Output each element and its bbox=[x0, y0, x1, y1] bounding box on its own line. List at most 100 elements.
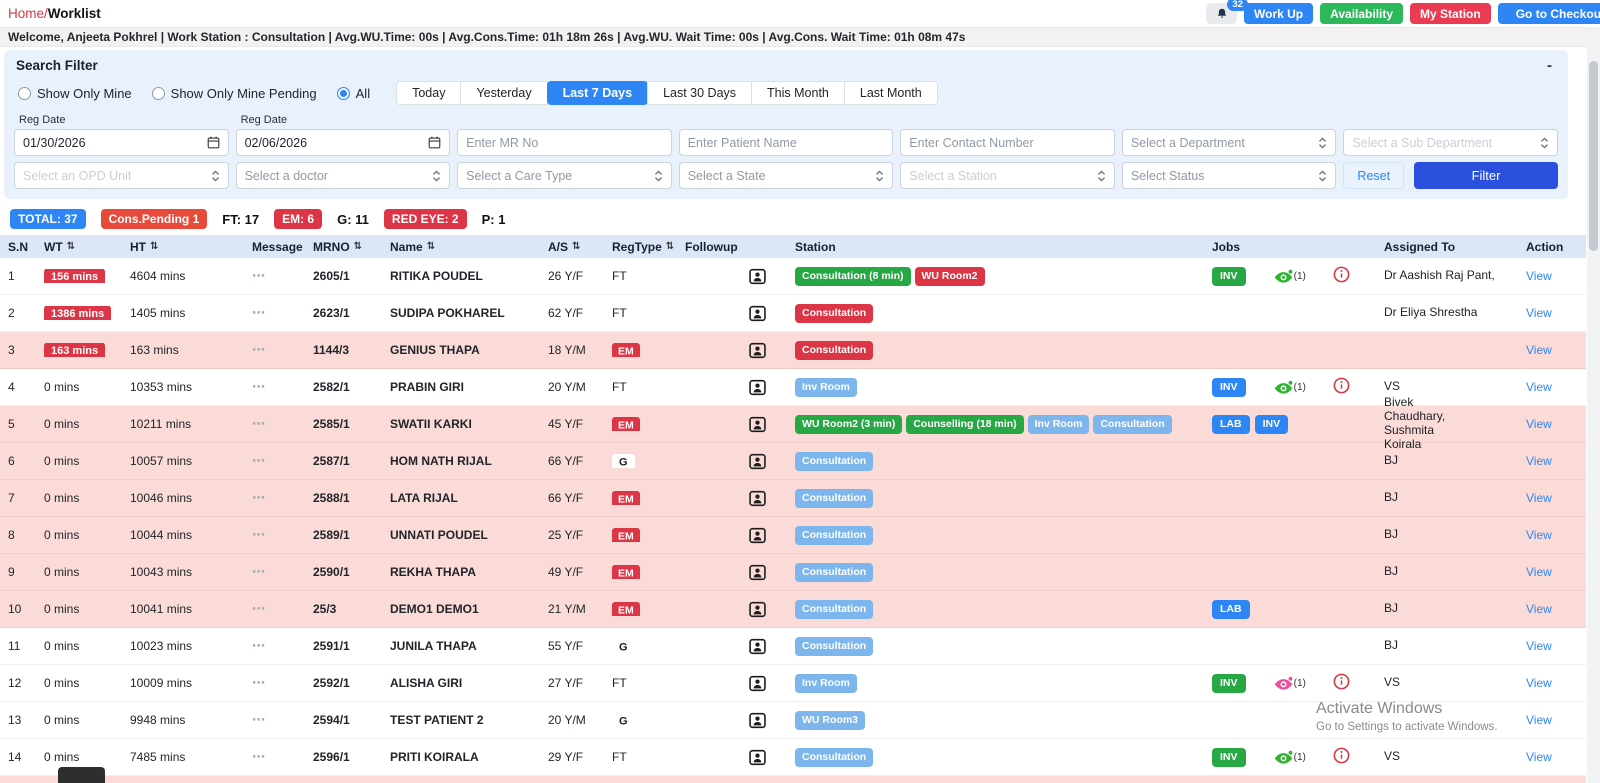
message-button[interactable]: ⋯ bbox=[242, 379, 304, 395]
sort-icon[interactable]: ⇅ bbox=[572, 241, 580, 252]
followup-patient-card-icon[interactable] bbox=[749, 416, 766, 433]
enter-patient-name-input[interactable]: Enter Patient Name bbox=[679, 129, 894, 156]
message-button[interactable]: ⋯ bbox=[242, 527, 304, 543]
breadcrumb-home-link[interactable]: Home bbox=[8, 6, 44, 21]
sort-icon[interactable]: ⇅ bbox=[67, 241, 75, 252]
select-status-select[interactable]: Select Status bbox=[1122, 162, 1337, 189]
alert-button[interactable] bbox=[1333, 266, 1350, 286]
view-link[interactable]: View bbox=[1526, 565, 1552, 579]
job-inv-badge[interactable]: INV bbox=[1212, 748, 1246, 767]
followup-patient-card-icon[interactable] bbox=[749, 675, 766, 692]
message-button[interactable]: ⋯ bbox=[242, 268, 304, 284]
followup-button[interactable] bbox=[668, 305, 780, 322]
enter-mr-no-input[interactable]: Enter MR No bbox=[457, 129, 672, 156]
followup-patient-card-icon[interactable] bbox=[749, 453, 766, 470]
job-inv-badge[interactable]: INV bbox=[1212, 674, 1246, 693]
message-button[interactable]: ⋯ bbox=[242, 601, 304, 617]
select-a-doctor-select[interactable]: Select a doctor bbox=[236, 162, 451, 189]
view-link[interactable]: View bbox=[1526, 380, 1552, 394]
job-inv-badge[interactable]: INV bbox=[1255, 415, 1289, 434]
job-inv-badge[interactable]: INV bbox=[1212, 378, 1246, 397]
message-button[interactable]: ⋯ bbox=[242, 675, 304, 691]
alert-info-icon[interactable] bbox=[1333, 673, 1350, 690]
eye-indicator[interactable]: (1) bbox=[1273, 676, 1306, 691]
message-button[interactable]: ⋯ bbox=[242, 749, 304, 765]
col-a-s[interactable]: A/S⇅ bbox=[538, 240, 600, 254]
availability-button[interactable]: Availability bbox=[1320, 3, 1403, 24]
go-to-checkout-button[interactable]: Go to Checkout List bbox=[1498, 3, 1600, 24]
followup-button[interactable] bbox=[668, 564, 780, 581]
followup-button[interactable] bbox=[668, 453, 780, 470]
notifications-button[interactable]: 32 bbox=[1206, 3, 1237, 24]
alert-info-icon[interactable] bbox=[1333, 747, 1350, 764]
reset-button[interactable]: Reset bbox=[1343, 162, 1404, 189]
view-link[interactable]: View bbox=[1526, 713, 1552, 727]
enter-contact-number-input[interactable]: Enter Contact Number bbox=[900, 129, 1115, 156]
message-button[interactable]: ⋯ bbox=[242, 712, 304, 728]
followup-patient-card-icon[interactable] bbox=[749, 490, 766, 507]
view-link[interactable]: View bbox=[1526, 343, 1552, 357]
alert-button[interactable] bbox=[1333, 673, 1350, 693]
collapse-panel-button[interactable]: - bbox=[1543, 57, 1556, 74]
view-link[interactable]: View bbox=[1526, 676, 1552, 690]
job-lab-badge[interactable]: LAB bbox=[1212, 600, 1250, 619]
followup-patient-card-icon[interactable] bbox=[749, 379, 766, 396]
select-a-department-select[interactable]: Select a Department bbox=[1122, 129, 1337, 156]
work-up-button[interactable]: Work Up bbox=[1244, 3, 1313, 24]
view-link[interactable]: View bbox=[1526, 750, 1552, 764]
alert-button[interactable] bbox=[1333, 377, 1350, 397]
sort-icon[interactable]: ⇅ bbox=[150, 241, 158, 252]
radio-all[interactable]: All bbox=[337, 86, 370, 101]
filter-button[interactable]: Filter bbox=[1414, 162, 1558, 189]
followup-button[interactable] bbox=[668, 490, 780, 507]
followup-button[interactable] bbox=[668, 416, 780, 433]
followup-button[interactable] bbox=[668, 638, 780, 655]
radio-show-only-mine[interactable]: Show Only Mine bbox=[18, 86, 132, 101]
my-station-button[interactable]: My Station bbox=[1410, 3, 1491, 24]
range-yesterday-button[interactable]: Yesterday bbox=[460, 81, 547, 105]
followup-button[interactable] bbox=[668, 712, 780, 729]
message-button[interactable]: ⋯ bbox=[242, 490, 304, 506]
followup-button[interactable] bbox=[668, 675, 780, 692]
select-a-state-select[interactable]: Select a State bbox=[679, 162, 894, 189]
message-button[interactable]: ⋯ bbox=[242, 342, 304, 358]
job-lab-badge[interactable]: LAB bbox=[1212, 415, 1250, 434]
alert-button[interactable] bbox=[1333, 747, 1350, 767]
col-mrno[interactable]: MRNO⇅ bbox=[304, 240, 382, 254]
followup-patient-card-icon[interactable] bbox=[749, 712, 766, 729]
followup-patient-card-icon[interactable] bbox=[749, 527, 766, 544]
vertical-scrollbar[interactable] bbox=[1587, 27, 1600, 783]
message-button[interactable]: ⋯ bbox=[242, 564, 304, 580]
view-link[interactable]: View bbox=[1526, 454, 1552, 468]
col-regtype[interactable]: RegType⇅ bbox=[600, 240, 668, 254]
followup-patient-card-icon[interactable] bbox=[749, 749, 766, 766]
followup-button[interactable] bbox=[668, 379, 780, 396]
range-last-7-days-button[interactable]: Last 7 Days bbox=[547, 81, 648, 105]
range-last-month-button[interactable]: Last Month bbox=[844, 81, 938, 105]
range-today-button[interactable]: Today bbox=[396, 81, 461, 105]
view-link[interactable]: View bbox=[1526, 306, 1552, 320]
alert-info-icon[interactable] bbox=[1333, 377, 1350, 394]
message-button[interactable]: ⋯ bbox=[242, 305, 304, 321]
eye-indicator[interactable]: (1) bbox=[1273, 380, 1306, 395]
radio-show-only-mine-pending[interactable]: Show Only Mine Pending bbox=[152, 86, 317, 101]
range-last-30-days-button[interactable]: Last 30 Days bbox=[647, 81, 752, 105]
view-link[interactable]: View bbox=[1526, 269, 1552, 283]
select-a-sub-department-select[interactable]: Select a Sub Department bbox=[1343, 129, 1558, 156]
reg-date-input[interactable]: 02/06/2026 bbox=[236, 129, 451, 156]
followup-patient-card-icon[interactable] bbox=[749, 564, 766, 581]
sort-icon[interactable]: ⇅ bbox=[354, 241, 362, 252]
eye-indicator[interactable]: (1) bbox=[1273, 750, 1306, 765]
followup-button[interactable] bbox=[668, 527, 780, 544]
followup-button[interactable] bbox=[668, 601, 780, 618]
followup-button[interactable] bbox=[668, 749, 780, 766]
col-name[interactable]: Name⇅ bbox=[382, 240, 538, 254]
message-button[interactable]: ⋯ bbox=[242, 638, 304, 654]
view-link[interactable]: View bbox=[1526, 602, 1552, 616]
eye-indicator[interactable]: (1) bbox=[1273, 269, 1306, 284]
range-this-month-button[interactable]: This Month bbox=[751, 81, 845, 105]
view-link[interactable]: View bbox=[1526, 417, 1552, 431]
col-wt[interactable]: WT⇅ bbox=[44, 240, 130, 254]
select-a-care-type-select[interactable]: Select a Care Type bbox=[457, 162, 672, 189]
message-button[interactable]: ⋯ bbox=[242, 453, 304, 469]
